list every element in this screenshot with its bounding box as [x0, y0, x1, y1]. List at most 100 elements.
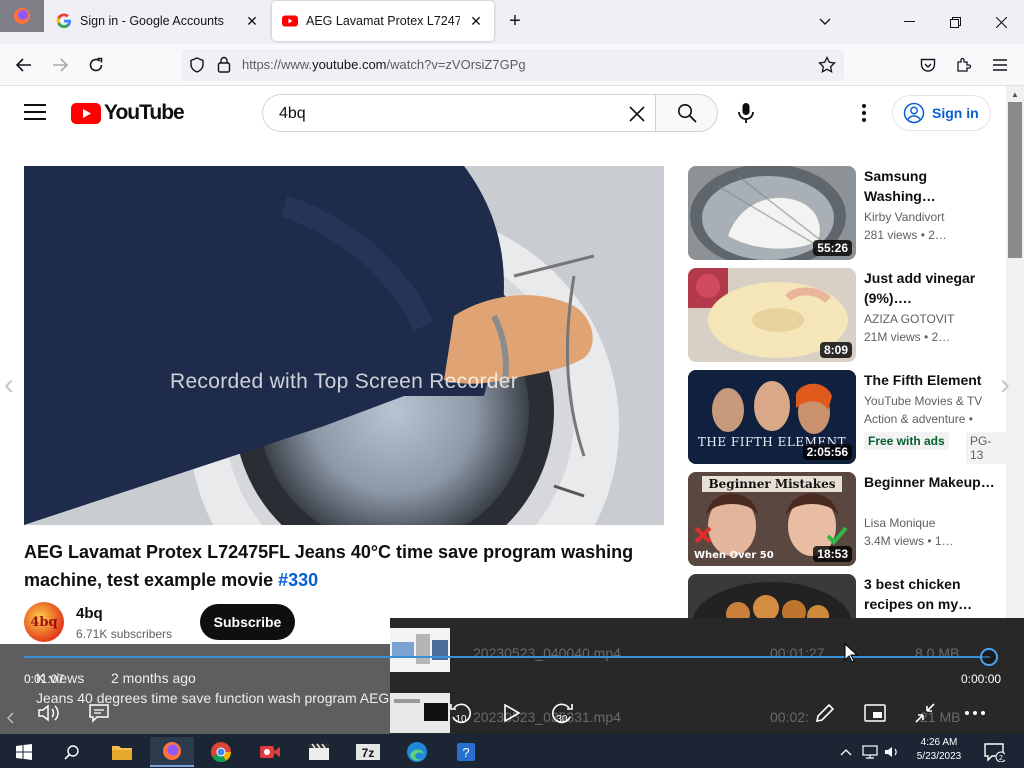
tab-strip: Sign in - Google Accounts ✕ AEG Lavamat … [0, 0, 1024, 44]
volume-icon[interactable] [36, 700, 62, 726]
navigation-toolbar: https://www.youtube.com/watch?v=zVOrsiZ7… [0, 44, 1024, 86]
speaker-icon[interactable] [880, 737, 904, 767]
bookmark-star-icon[interactable] [818, 56, 836, 74]
subtitles-icon[interactable] [86, 700, 112, 726]
network-icon[interactable] [858, 737, 882, 767]
tab-youtube-video[interactable]: AEG Lavamat Protex L72475FL J ✕ [272, 1, 494, 41]
back-button[interactable] [11, 52, 37, 78]
minimize-button[interactable] [886, 0, 932, 44]
play-icon[interactable] [499, 700, 525, 726]
video-duration: 8:09 [819, 342, 852, 358]
guide-menu-icon[interactable] [24, 104, 46, 122]
search-query[interactable]: 4bq [279, 105, 306, 123]
clock[interactable]: 4:26 AM 5/23/2023 [904, 736, 974, 764]
close-window-button[interactable] [978, 0, 1024, 44]
more-options-icon[interactable] [962, 700, 988, 726]
related-title[interactable]: Beginner Makeup… [864, 472, 996, 492]
related-video[interactable]: Beginner Mistakes When Over 50 18:53 Beg… [688, 472, 1008, 566]
7zip-taskbar-icon[interactable]: 7z [346, 737, 390, 767]
file-explorer-icon[interactable] [100, 737, 144, 767]
exit-fullscreen-icon[interactable] [912, 700, 938, 726]
tray-expand-icon[interactable] [834, 737, 858, 767]
video-player[interactable]: Recorded with Top Screen Recorder [24, 166, 664, 525]
youtube-logo[interactable]: YouTube [71, 101, 185, 125]
app-menu-icon[interactable] [987, 52, 1013, 78]
previous-arrow-icon[interactable]: ‹ [4, 370, 24, 400]
tab-google-signin[interactable]: Sign in - Google Accounts ✕ [46, 1, 270, 41]
related-video[interactable]: 55:26 Samsung Washing… Kirby Vandivort 2… [688, 166, 1008, 260]
url-text[interactable]: https://www.youtube.com/watch?v=zVOrsiZ7… [242, 57, 526, 72]
youtube-logo-icon [71, 102, 101, 124]
rating-badge: PG-13 [966, 432, 1008, 464]
related-thumbnail[interactable] [688, 574, 856, 618]
related-stats: Action & adventure • [864, 412, 973, 426]
screen-recorder-taskbar-icon[interactable] [248, 737, 292, 767]
related-video[interactable]: 8:09 Just add vinegar (9%)…. AZIZA GOTOV… [688, 268, 1008, 362]
related-channel[interactable]: AZIZA GOTOVIT [864, 310, 954, 328]
lock-icon[interactable] [217, 56, 231, 73]
related-video[interactable]: 3 best chicken recipes on my… [688, 574, 1008, 618]
video-editor-taskbar-icon[interactable] [297, 737, 341, 767]
scroll-up-icon[interactable]: ▲ [1011, 90, 1019, 99]
subscribe-button[interactable]: Subscribe [200, 604, 295, 640]
recorder-watermark: Recorded with Top Screen Recorder [169, 370, 519, 393]
chrome-taskbar-icon[interactable] [199, 737, 243, 767]
notification-center-icon[interactable]: 2 [976, 737, 1012, 767]
clear-search-icon[interactable] [627, 104, 647, 124]
channel-avatar[interactable]: 4bq [24, 602, 64, 642]
related-title[interactable]: Samsung Washing… [864, 166, 996, 206]
related-channel[interactable]: Kirby Vandivort [864, 208, 944, 226]
related-thumbnail[interactable]: 8:09 [688, 268, 856, 362]
recording-filename[interactable]: 20230523_040040.mp4 [473, 645, 621, 661]
related-title[interactable]: 3 best chicken recipes on my… [864, 574, 996, 614]
help-app-taskbar-icon[interactable]: ? [444, 737, 488, 767]
next-arrow-icon[interactable]: › [1000, 370, 1020, 400]
recording-filename[interactable]: 20230523_035331.mp4 [473, 709, 621, 725]
recording-thumbnail[interactable] [390, 628, 450, 672]
reload-button[interactable] [83, 52, 109, 78]
recording-thumbnail[interactable] [390, 693, 450, 733]
related-title[interactable]: Just add vinegar (9%)…. [864, 268, 996, 308]
restore-button[interactable] [932, 0, 978, 44]
skip-forward-icon[interactable]: 30 [549, 700, 575, 726]
recording-size: 8.0 MB [915, 645, 960, 661]
collapse-arrow-icon[interactable] [4, 708, 16, 728]
new-tab-button[interactable]: + [504, 11, 526, 33]
close-tab-icon[interactable]: ✕ [468, 13, 484, 29]
pocket-icon[interactable] [915, 52, 941, 78]
edge-taskbar-icon[interactable] [395, 737, 439, 767]
related-video[interactable]: THE FIFTH ELEMENT 2:05:56 The Fifth Elem… [688, 370, 1008, 464]
start-button[interactable] [2, 737, 46, 767]
hashtag-link[interactable]: #330 [278, 570, 318, 590]
page-scrollbar[interactable]: ▲ [1006, 86, 1024, 618]
related-thumbnail[interactable]: 55:26 [688, 166, 856, 260]
related-channel[interactable]: YouTube Movies & TV [864, 392, 982, 410]
search-input[interactable]: 4bq [262, 94, 656, 132]
related-channel[interactable]: Lisa Monique [864, 514, 935, 532]
channel-name[interactable]: 4bq [76, 605, 103, 622]
scrollbar-thumb[interactable] [1008, 102, 1022, 258]
related-thumbnail[interactable]: THE FIFTH ELEMENT 2:05:56 [688, 370, 856, 464]
thumb-caption: When Over 50 [694, 550, 774, 561]
seek-handle[interactable] [980, 648, 998, 666]
tracking-protection-icon[interactable] [189, 57, 205, 73]
taskbar-search-icon[interactable] [50, 737, 94, 767]
edit-pencil-icon[interactable] [812, 700, 838, 726]
sign-in-button[interactable]: Sign in [892, 95, 991, 131]
url-bar[interactable]: https://www.youtube.com/watch?v=zVOrsiZ7… [182, 49, 844, 81]
related-thumbnail[interactable]: Beginner Mistakes When Over 50 18:53 [688, 472, 856, 566]
voice-search-icon[interactable] [734, 101, 758, 125]
skip-back-icon[interactable]: 10 [448, 700, 474, 726]
mouse-cursor-icon [838, 640, 864, 666]
forward-button[interactable] [47, 52, 73, 78]
extensions-icon[interactable] [951, 52, 977, 78]
list-all-tabs-icon[interactable] [802, 0, 848, 44]
close-tab-icon[interactable]: ✕ [244, 13, 260, 29]
settings-more-icon[interactable] [854, 101, 874, 125]
related-title[interactable]: The Fifth Element [864, 370, 996, 390]
video-duration: 55:26 [813, 240, 852, 256]
firefox-taskbar-icon[interactable] [150, 737, 194, 767]
search-button[interactable] [655, 94, 718, 132]
firefox-menu-button[interactable] [0, 0, 44, 32]
miniplayer-icon[interactable] [862, 700, 888, 726]
